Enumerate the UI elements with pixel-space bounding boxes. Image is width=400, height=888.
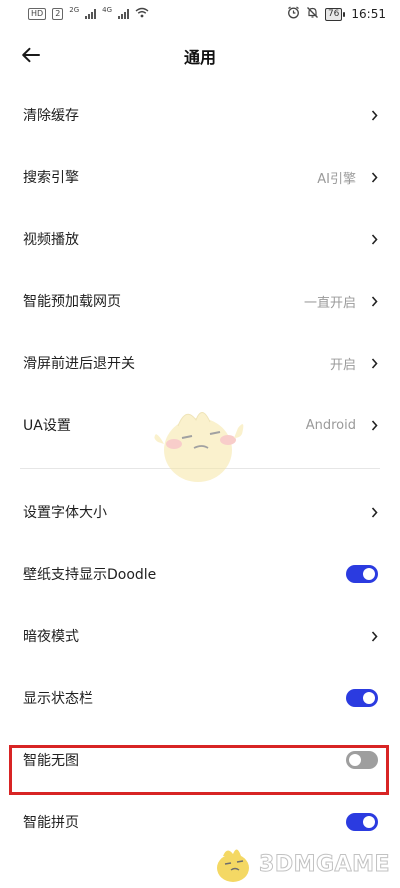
setting-label: UA设置 (23, 418, 71, 434)
setting-value: AI引擎 (317, 171, 356, 187)
wifi-icon (135, 7, 149, 21)
signal-icon-2 (118, 9, 130, 19)
watermark-text: 3DMGAME (259, 851, 390, 877)
setting-smart-no-image[interactable]: 智能无图 (0, 729, 400, 791)
app-header: 通用 (0, 28, 400, 84)
setting-ua[interactable]: UA设置 Android (0, 394, 400, 456)
setting-label: 智能拼页 (23, 815, 79, 831)
hd-badge: HD (28, 8, 47, 20)
toggle-switch[interactable] (346, 565, 378, 583)
alarm-icon (287, 6, 300, 22)
setting-swipe-navigation[interactable]: 滑屏前进后退开关 开启 (0, 332, 400, 394)
setting-show-status-bar[interactable]: 显示状态栏 (0, 667, 400, 729)
toggle-switch[interactable] (346, 689, 378, 707)
network-type-1: 2G (69, 6, 80, 14)
setting-night-mode[interactable]: 暗夜模式 (0, 605, 400, 667)
network-type-2: 4G (102, 6, 113, 14)
toggle-switch[interactable] (346, 813, 378, 831)
section-divider (20, 468, 380, 469)
chevron-right-icon (370, 419, 378, 431)
setting-smart-preload[interactable]: 智能预加载网页 一直开启 (0, 270, 400, 332)
sim-badge: 2 (52, 8, 64, 20)
setting-label: 显示状态栏 (23, 691, 93, 707)
setting-value: 一直开启 (303, 295, 356, 311)
setting-font-size[interactable]: 设置字体大小 (0, 481, 400, 543)
setting-label: 智能无图 (23, 753, 79, 769)
setting-value: 开启 (329, 357, 356, 373)
setting-clear-cache[interactable]: 清除缓存 (0, 84, 400, 146)
setting-label: 搜索引擎 (23, 170, 79, 186)
arrow-left-icon (22, 47, 40, 63)
setting-value: Android (305, 417, 356, 433)
setting-video-playback[interactable]: 视频播放 (0, 208, 400, 270)
setting-label: 壁纸支持显示Doodle (23, 567, 157, 583)
status-left: HD 2 2G 4G (28, 6, 149, 21)
setting-label: 设置字体大小 (23, 505, 107, 521)
chevron-right-icon (370, 357, 378, 369)
page-title: 通用 (183, 48, 216, 67)
setting-label: 暗夜模式 (23, 629, 79, 645)
setting-label: 清除缓存 (23, 108, 79, 124)
back-button[interactable] (18, 42, 44, 68)
setting-smart-page-merge[interactable]: 智能拼页 (0, 791, 400, 853)
setting-label: 视频播放 (23, 232, 79, 248)
setting-label: 智能预加载网页 (23, 294, 121, 310)
mute-icon (306, 6, 319, 22)
chevron-right-icon (370, 109, 378, 121)
chevron-right-icon (370, 233, 378, 245)
chevron-right-icon (370, 630, 378, 642)
setting-search-engine[interactable]: 搜索引擎 AI引擎 (0, 146, 400, 208)
setting-wallpaper-doodle[interactable]: 壁纸支持显示Doodle (0, 543, 400, 605)
battery-level: 76 (324, 7, 343, 21)
clock: 16:51 (351, 7, 386, 21)
signal-icon (85, 9, 97, 19)
battery-icon: 76 (324, 7, 346, 21)
status-right: 76 16:51 (287, 6, 386, 22)
toggle-switch[interactable] (346, 751, 378, 769)
settings-list: 清除缓存 搜索引擎 AI引擎 视频播放 智能预加载网页 一直开启 滑屏前进后退开… (0, 84, 400, 853)
chevron-right-icon (370, 171, 378, 183)
chevron-right-icon (370, 295, 378, 307)
status-bar: HD 2 2G 4G 76 16:51 (0, 0, 400, 28)
setting-label: 滑屏前进后退开关 (23, 356, 135, 372)
chevron-right-icon (370, 506, 378, 518)
